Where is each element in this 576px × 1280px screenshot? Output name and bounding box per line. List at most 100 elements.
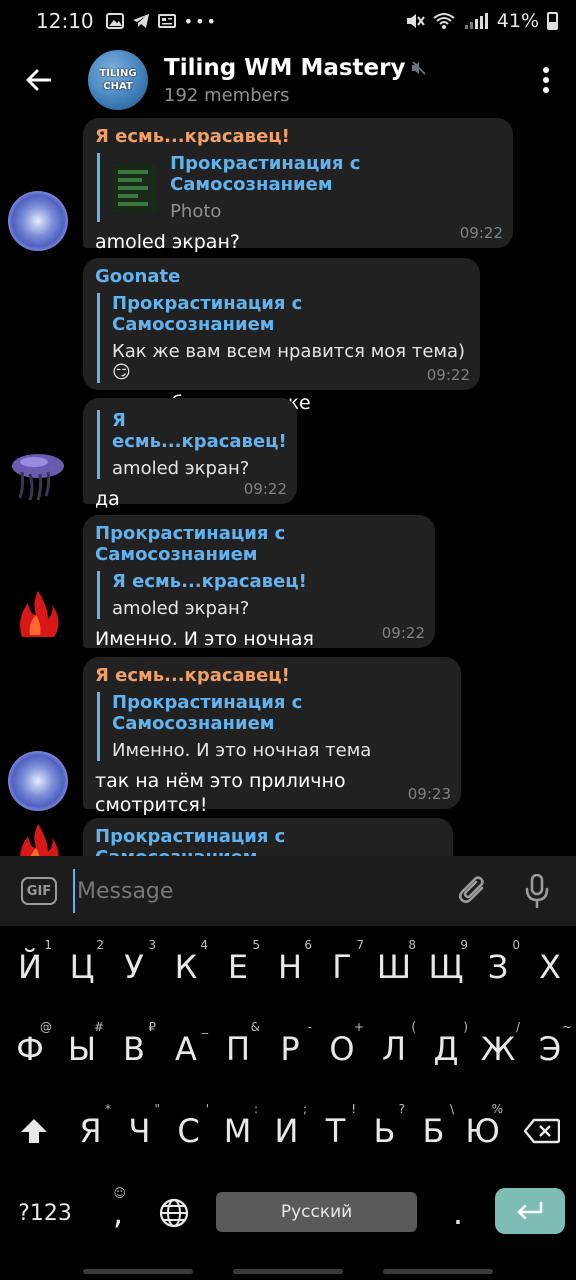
user-avatar[interactable] <box>8 818 68 856</box>
back-button[interactable] <box>0 42 76 118</box>
message-input[interactable] <box>73 869 433 913</box>
letter-key[interactable]: Н6 <box>264 932 316 1002</box>
backspace-key[interactable] <box>514 1096 570 1166</box>
letter-key[interactable]: Б \ <box>409 1096 458 1166</box>
message-bubble[interactable]: Goonate Прокрастинация с Самосознанием К… <box>83 258 480 414</box>
message-sender[interactable]: Я есмь...красавец! <box>95 665 449 686</box>
reply-quote[interactable]: Я есмь...красавец! amoled экран? <box>97 410 287 479</box>
letter-key[interactable]: Ы # <box>56 1014 108 1084</box>
more-menu-button[interactable] <box>516 50 576 110</box>
paperclip-icon <box>458 876 484 904</box>
message-bubble[interactable]: Прокрастинация с Самосознанием <box>83 818 453 856</box>
message-bubble[interactable]: Я есмь...красавец! Прокрастинация с Само… <box>83 118 513 253</box>
user-avatar[interactable] <box>8 751 68 811</box>
letter-key[interactable]: Ь? <box>360 1096 409 1166</box>
letter-key[interactable]: Л( <box>368 1014 420 1084</box>
period-key[interactable]: . <box>430 1178 486 1248</box>
letter-key[interactable]: С ' <box>164 1096 213 1166</box>
letter-key[interactable]: Ч " <box>115 1096 164 1166</box>
chat-title: Tiling WM Mastery <box>164 54 406 81</box>
symbols-key[interactable]: ?123 <box>4 1178 86 1248</box>
message-list[interactable]: Я есмь...красавец! Прокрастинация с Само… <box>0 118 576 856</box>
globe-icon <box>159 1198 189 1228</box>
chat-avatar[interactable]: TILING CHAT <box>88 50 148 110</box>
letter-key[interactable]: У3 <box>108 932 160 1002</box>
language-key[interactable] <box>146 1178 202 1248</box>
shift-key[interactable] <box>6 1096 62 1166</box>
letter-key[interactable]: Й1 <box>4 932 56 1002</box>
red-flame-avatar-icon <box>20 824 59 856</box>
letter-key[interactable]: К4 <box>160 932 212 1002</box>
message-item: Я есмь...красавец! Прокрастинация с Само… <box>0 657 576 816</box>
status-time: 12:10 <box>36 9 94 33</box>
message-item: Я есмь...красавец! Прокрастинация с Само… <box>0 118 576 253</box>
message-sender[interactable]: Прокрастинация с Самосознанием <box>95 826 441 856</box>
reply-quote[interactable]: Прокрастинация с Самосознанием Как же ва… <box>97 293 468 383</box>
key-hint: ) <box>463 1020 468 1034</box>
key-hint: 5 <box>252 938 260 952</box>
user-avatar[interactable] <box>8 191 68 251</box>
letter-key[interactable]: Ц2 <box>56 932 108 1002</box>
key-label: Щ <box>428 948 464 986</box>
key-label: Ю <box>465 1112 500 1150</box>
nav-pill[interactable] <box>233 1268 343 1274</box>
letter-key[interactable]: П & <box>212 1014 264 1084</box>
reply-text: Именно. И это ночная тема <box>112 740 372 761</box>
emoji-comma-key[interactable]: ☺ , <box>90 1178 146 1248</box>
message-bubble[interactable]: Я есмь...красавец! Прокрастинация с Само… <box>83 657 461 816</box>
key-hint: " <box>154 1102 160 1116</box>
key-hint: % <box>491 1102 503 1116</box>
key-label: Ф <box>16 1030 44 1068</box>
reply-quote[interactable]: Прокрастинация с Самосознанием Photo <box>97 153 501 222</box>
letter-key[interactable]: А _ <box>160 1014 212 1084</box>
wifi-icon <box>433 13 455 29</box>
letter-key[interactable]: Е5 <box>212 932 264 1002</box>
key-hint: 6 <box>304 938 312 952</box>
letter-key[interactable]: Г7 <box>316 932 368 1002</box>
nav-pill[interactable] <box>383 1268 493 1274</box>
reply-quote[interactable]: Я есмь...красавец! amoled экран? <box>97 571 423 619</box>
keyboard-row-1: Й1Ц2У3К4Е5Н6Г7Ш8Щ9З0Х <box>0 932 576 1012</box>
message-sender[interactable]: Я есмь...красавец! <box>95 126 501 147</box>
letter-key[interactable]: В ₽ <box>108 1014 160 1084</box>
message-sender[interactable]: Прокрастинация с Самосознанием <box>95 523 423 565</box>
letter-key[interactable]: И; <box>262 1096 311 1166</box>
key-hint: / <box>515 1020 520 1034</box>
letter-key[interactable]: Т! <box>311 1096 360 1166</box>
telegram-icon <box>132 14 149 28</box>
message-time: 09:22 <box>459 224 503 242</box>
letter-key[interactable]: Х <box>524 932 576 1002</box>
key-hint: 4 <box>200 938 208 952</box>
chat-title-block[interactable]: Tiling WM Mastery 192 members <box>164 55 516 106</box>
letter-key[interactable]: З0 <box>472 932 524 1002</box>
user-avatar[interactable] <box>8 442 68 502</box>
nav-pill[interactable] <box>83 1268 193 1274</box>
letter-key[interactable]: Щ9 <box>420 932 472 1002</box>
gif-button[interactable]: GIF <box>21 877 57 905</box>
reply-quote[interactable]: Прокрастинация с Самосознанием Именно. И… <box>97 692 449 761</box>
letter-key[interactable]: Р- <box>264 1014 316 1084</box>
shift-icon <box>21 1119 47 1143</box>
letter-key[interactable]: М: <box>213 1096 262 1166</box>
attach-button[interactable] <box>449 867 497 915</box>
message-sender[interactable]: Goonate <box>95 266 468 287</box>
message-bubble[interactable]: Я есмь...красавец! amoled экран? да 09:2… <box>83 398 297 510</box>
key-hint: _ <box>202 1020 208 1034</box>
letter-key[interactable]: Ю% <box>458 1096 507 1166</box>
letter-key[interactable]: О + <box>316 1014 368 1084</box>
letter-key[interactable]: Э ~ <box>524 1014 576 1084</box>
letter-key[interactable]: Ш8 <box>368 932 420 1002</box>
letter-key[interactable]: Д) <box>420 1014 472 1084</box>
key-label: Ы <box>67 1030 97 1068</box>
key-label: З <box>487 948 509 986</box>
key-hint: 1 <box>44 938 52 952</box>
user-avatar[interactable] <box>8 585 68 645</box>
letter-key[interactable]: Ж / <box>472 1014 524 1084</box>
letter-key[interactable]: Ф @ <box>4 1014 56 1084</box>
message-bubble[interactable]: Прокрастинация с Самосознанием Я есмь...… <box>83 515 435 674</box>
microphone-button[interactable] <box>513 867 561 915</box>
space-key[interactable]: Русский <box>216 1192 417 1232</box>
letter-key[interactable]: Я * <box>66 1096 115 1166</box>
key-label: И <box>274 1112 299 1150</box>
enter-key[interactable] <box>495 1188 565 1234</box>
